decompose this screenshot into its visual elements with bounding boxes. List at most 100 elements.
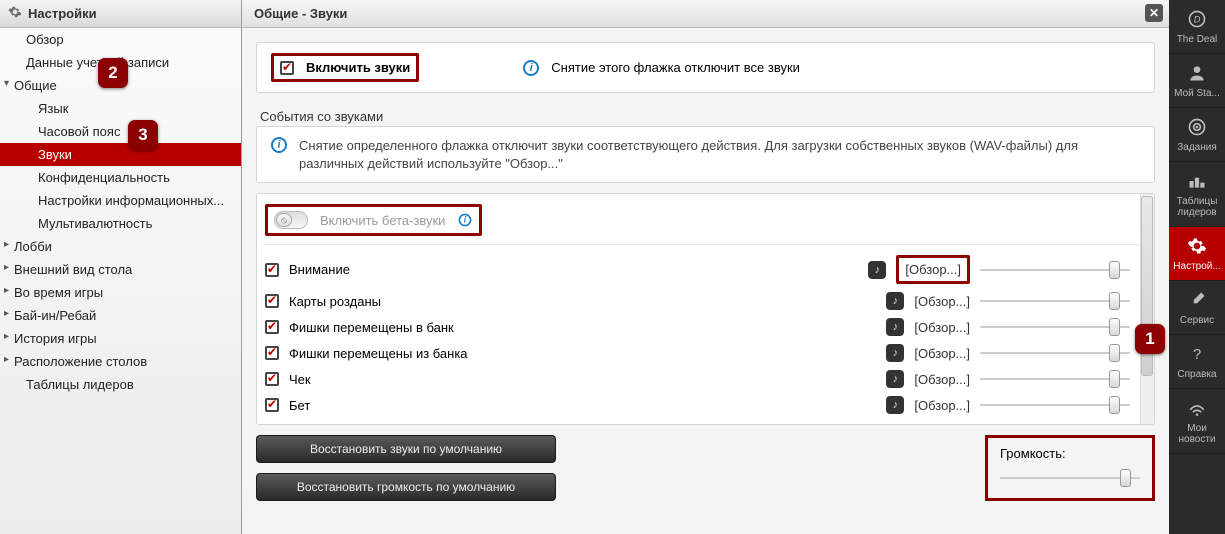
sound-volume-slider[interactable] [980, 346, 1130, 360]
sidebar-item[interactable]: Настройки информационных... [0, 189, 241, 212]
sound-row: Карты розданы [Обзор...] [263, 288, 1148, 314]
browse-button[interactable]: [Обзор...] [914, 346, 970, 361]
sidebar-group[interactable]: Бай-ин/Ребай [0, 304, 241, 327]
play-sound-button[interactable] [868, 261, 886, 279]
enable-sounds-highlight: Включить звуки [271, 53, 419, 82]
restore-volume-button[interactable]: Восстановить громкость по умолчанию [256, 473, 556, 501]
sound-row: Фишки перемещены из банка [Обзор...] [263, 340, 1148, 366]
callout-3: 3 [128, 120, 158, 150]
sound-row: Фишки перемещены в банк [Обзор...] [263, 314, 1148, 340]
master-volume-highlight: Громкость: [985, 435, 1155, 501]
sound-checkbox[interactable] [265, 398, 279, 412]
rail-item-label: The Deal [1175, 34, 1220, 45]
sound-name: Фишки перемещены из банка [289, 346, 876, 361]
sound-name: Чек [289, 372, 876, 387]
events-hint-panel: i Снятие определенного флажка отключит з… [256, 126, 1155, 183]
play-sound-button[interactable] [886, 318, 904, 336]
sidebar-header: Настройки [0, 0, 241, 28]
play-sound-button[interactable] [886, 292, 904, 310]
gear-icon [1186, 235, 1208, 257]
rail-item-target[interactable]: Задания [1169, 108, 1225, 162]
rail-item-deal[interactable]: D The Deal [1169, 0, 1225, 54]
scrollbar[interactable] [1140, 194, 1154, 424]
sidebar-group[interactable]: Лобби [0, 235, 241, 258]
sound-volume-slider[interactable] [980, 294, 1130, 308]
beta-sounds-toggle[interactable]: ⦸ [274, 211, 308, 229]
sound-volume-slider[interactable] [980, 398, 1130, 412]
deal-icon: D [1186, 8, 1208, 30]
sound-volume-slider[interactable] [980, 320, 1130, 334]
podium-icon [1186, 170, 1208, 192]
rail-item-label: Мои новости [1169, 423, 1225, 445]
sound-name: Внимание [289, 262, 858, 277]
sound-row: Чек [Обзор...] [263, 366, 1148, 392]
rail-item-label: Справка [1175, 369, 1218, 380]
sidebar-title: Настройки [28, 6, 97, 21]
play-sound-button[interactable] [886, 370, 904, 388]
rail-item-gear[interactable]: Настрой... [1169, 227, 1225, 281]
rail-item-label: Сервис [1178, 315, 1216, 326]
sidebar-item[interactable]: Конфиденциальность [0, 166, 241, 189]
rail-item-label: Задания [1175, 142, 1219, 153]
sound-checkbox[interactable] [265, 320, 279, 334]
sound-name: Бет [289, 398, 876, 413]
tools-icon [1186, 289, 1208, 311]
sound-checkbox[interactable] [265, 372, 279, 386]
sidebar-list: ОбзорДанные учетной записиОбщиеЯзыкЧасов… [0, 28, 241, 534]
sidebar-group[interactable]: Внешний вид стола [0, 258, 241, 281]
browse-button[interactable]: [Обзор...] [914, 398, 970, 413]
events-section-title: События со звуками [256, 103, 1155, 126]
callout-2: 2 [98, 58, 128, 88]
footer: Восстановить звуки по умолчанию Восстано… [256, 435, 1155, 501]
news-icon [1186, 397, 1208, 419]
sound-checkbox[interactable] [265, 346, 279, 360]
rail-item-podium[interactable]: Таблицы лидеров [1169, 162, 1225, 227]
rail-item-user[interactable]: Мой Sta... [1169, 54, 1225, 108]
sound-checkbox[interactable] [265, 294, 279, 308]
sidebar-group[interactable]: Расположение столов [0, 350, 241, 373]
enable-sounds-checkbox[interactable] [280, 61, 294, 75]
events-hint: Снятие определенного флажка отключит зву… [299, 137, 1140, 172]
sound-list: ⦸ Включить бета-звуки i Внимание [Обзор..… [256, 193, 1155, 425]
sidebar-group[interactable]: История игры [0, 327, 241, 350]
page-title: Общие - Звуки [254, 6, 347, 21]
rail-item-tools[interactable]: Сервис [1169, 281, 1225, 335]
help-icon: ? [1186, 343, 1208, 365]
gear-icon [8, 5, 22, 22]
rail-item-help[interactable]: ? Справка [1169, 335, 1225, 389]
sound-volume-slider[interactable] [980, 263, 1130, 277]
info-icon: i [523, 60, 539, 76]
play-sound-button[interactable] [886, 396, 904, 414]
rail-item-news[interactable]: Мои новости [1169, 389, 1225, 454]
sidebar-item[interactable]: Мультивалютность [0, 212, 241, 235]
browse-button[interactable]: [Обзор...] [914, 372, 970, 387]
sound-name: Фишки перемещены в банк [289, 320, 876, 335]
enable-sounds-label: Включить звуки [306, 60, 410, 75]
beta-sounds-label: Включить бета-звуки [320, 213, 445, 228]
play-sound-button[interactable] [886, 344, 904, 362]
sidebar-item[interactable]: Часовой пояс [0, 120, 241, 143]
sound-volume-slider[interactable] [980, 372, 1130, 386]
callout-1: 1 [1135, 324, 1165, 354]
sidebar-item[interactable]: Звуки [0, 143, 241, 166]
main-panel: Общие - Звуки ✕ Включить звуки i Снятие … [242, 0, 1169, 534]
sound-checkbox[interactable] [265, 263, 279, 277]
browse-button[interactable]: [Обзор...] [914, 320, 970, 335]
rail-item-label: Таблицы лидеров [1169, 196, 1225, 218]
restore-sounds-button[interactable]: Восстановить звуки по умолчанию [256, 435, 556, 463]
main-header: Общие - Звуки ✕ [242, 0, 1169, 28]
browse-button[interactable]: [Обзор...] [896, 255, 970, 284]
rail-item-label: Мой Sta... [1172, 88, 1222, 99]
browse-button[interactable]: [Обзор...] [914, 294, 970, 309]
sidebar-item[interactable]: Язык [0, 97, 241, 120]
sidebar-item[interactable]: Таблицы лидеров [0, 373, 241, 396]
sound-row: Бет [Обзор...] [263, 392, 1148, 418]
close-button[interactable]: ✕ [1145, 4, 1163, 22]
enable-sounds-panel: Включить звуки i Снятие этого флажка отк… [256, 42, 1155, 93]
sidebar-group[interactable]: Во время игры [0, 281, 241, 304]
sidebar-item[interactable]: Обзор [0, 28, 241, 51]
sound-name: Карты розданы [289, 294, 876, 309]
master-volume-slider[interactable] [1000, 471, 1140, 485]
info-icon[interactable]: i [459, 214, 472, 227]
beta-sounds-highlight: ⦸ Включить бета-звуки i [265, 204, 482, 236]
